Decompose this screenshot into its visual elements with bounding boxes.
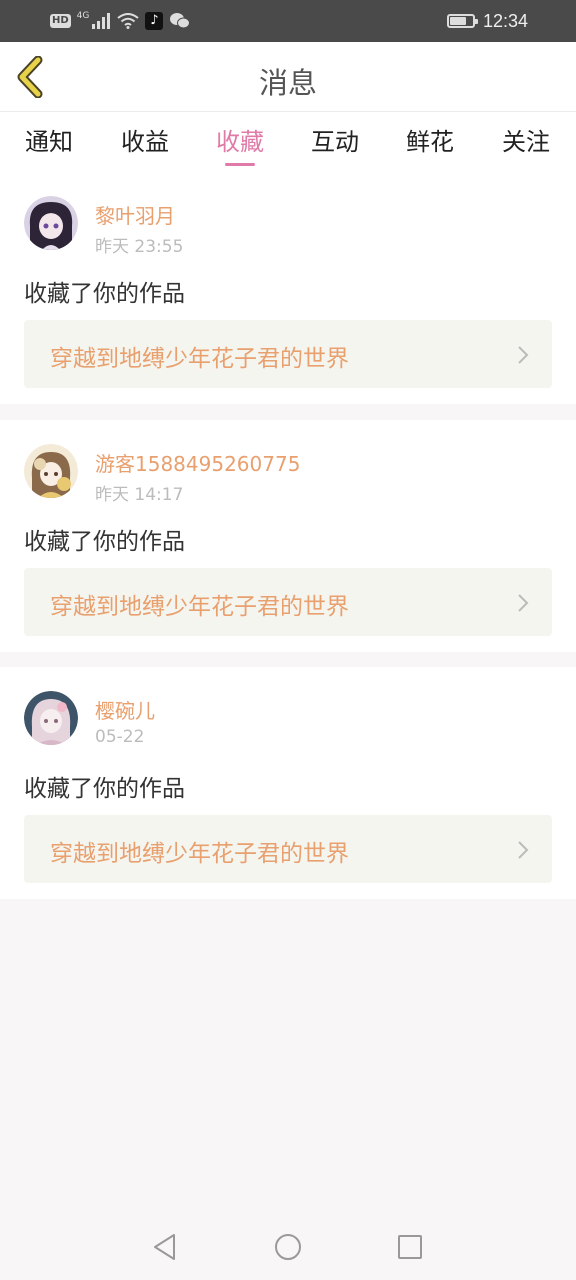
work-link[interactable]: 穿越到地缚少年花子君的世界 — [24, 815, 552, 883]
wifi-icon — [117, 13, 139, 29]
message-card: 游客1588495260775 昨天 14:17 收藏了你的作品 穿越到地缚少年… — [0, 420, 576, 652]
work-link[interactable]: 穿越到地缚少年花子君的世界 — [24, 568, 552, 636]
wechat-icon — [170, 13, 191, 29]
message-card: 樱碗儿 05-22 收藏了你的作品 穿越到地缚少年花子君的世界 — [0, 667, 576, 899]
work-title: 穿越到地缚少年花子君的世界 — [50, 594, 349, 620]
chevron-right-icon — [518, 346, 529, 364]
work-title: 穿越到地缚少年花子君的世界 — [50, 841, 349, 867]
battery-icon — [446, 14, 478, 28]
tab-label: 关注 — [502, 128, 550, 156]
nav-back-icon[interactable] — [150, 1232, 180, 1262]
tab-following[interactable]: 关注 — [486, 122, 566, 172]
chevron-right-icon — [518, 841, 529, 859]
user-name[interactable]: 樱碗儿 — [95, 695, 155, 724]
hd-badge: HD — [50, 14, 71, 28]
tab-notifications[interactable]: 通知 — [9, 122, 89, 172]
tab-interactions[interactable]: 互动 — [295, 122, 375, 172]
system-nav-bar — [0, 1214, 576, 1280]
page-title: 消息 — [258, 66, 317, 100]
tab-favorites[interactable]: 收藏 — [200, 122, 280, 172]
chevron-right-icon — [518, 594, 529, 612]
user-name[interactable]: 黎叶羽月 — [95, 200, 175, 229]
nav-home-icon[interactable] — [273, 1232, 303, 1262]
tab-label: 收藏 — [216, 128, 264, 156]
battery-fill — [449, 17, 467, 25]
avatar[interactable] — [24, 691, 78, 745]
avatar[interactable] — [24, 444, 78, 498]
tab-flowers[interactable]: 鲜花 — [390, 122, 470, 172]
work-link[interactable]: 穿越到地缚少年花子君的世界 — [24, 320, 552, 388]
network-type: 4G — [76, 11, 90, 21]
status-left: HD 4G ♪ — [50, 11, 191, 30]
clock: 12:34 — [482, 10, 528, 31]
tiktok-icon: ♪ — [145, 12, 164, 30]
status-right: 12:34 — [446, 10, 528, 32]
timestamp: 昨天 23:55 — [95, 237, 184, 257]
app-header: 消息 — [0, 42, 576, 112]
action-text: 收藏了你的作品 — [24, 776, 185, 802]
tab-label: 互动 — [311, 128, 359, 156]
status-bar: HD 4G ♪ 12:34 — [0, 0, 576, 42]
timestamp: 05-22 — [95, 727, 145, 747]
action-text: 收藏了你的作品 — [24, 281, 185, 307]
tab-earnings[interactable]: 收益 — [105, 122, 185, 172]
tab-label: 收益 — [121, 128, 169, 156]
work-title: 穿越到地缚少年花子君的世界 — [50, 346, 349, 372]
avatar[interactable] — [24, 196, 78, 250]
nav-recents-icon[interactable] — [395, 1232, 425, 1262]
tab-label: 鲜花 — [406, 128, 454, 156]
timestamp: 昨天 14:17 — [95, 485, 184, 505]
signal-icon — [92, 13, 111, 29]
message-card: 黎叶羽月 昨天 23:55 收藏了你的作品 穿越到地缚少年花子君的世界 — [0, 172, 576, 404]
action-text: 收藏了你的作品 — [24, 529, 185, 555]
user-name[interactable]: 游客1588495260775 — [95, 448, 300, 477]
tab-label: 通知 — [25, 128, 73, 156]
tab-bar: 通知 收益 收藏 互动 鲜花 关注 — [0, 112, 576, 172]
active-tab-indicator — [225, 163, 255, 166]
